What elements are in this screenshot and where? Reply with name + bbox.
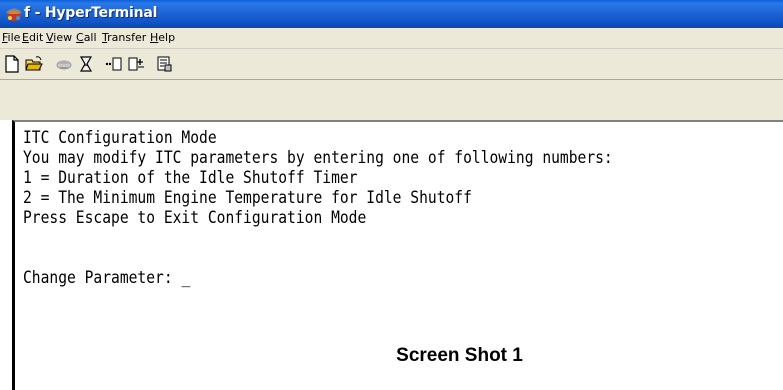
- menu-view[interactable]: View: [46, 31, 72, 44]
- menu-file-label: ile: [7, 31, 21, 44]
- menu-call-accel: C: [76, 31, 84, 44]
- terminal-line-1: ITC Configuration Mode: [23, 128, 217, 148]
- title-bar[interactable]: f - HyperTerminal: [0, 0, 783, 28]
- hyperterminal-phone-icon[interactable]: [4, 4, 24, 24]
- send-file-icon[interactable]: [104, 54, 124, 74]
- caption: Screen Shot 1: [0, 345, 783, 367]
- terminal-cursor: _: [181, 268, 191, 288]
- open-folder-icon[interactable]: [24, 54, 44, 74]
- properties-icon[interactable]: [154, 54, 174, 74]
- menu-edit-accel: E: [22, 31, 29, 44]
- menu-call[interactable]: Call: [76, 31, 97, 44]
- menu-help-label: elp: [158, 31, 176, 44]
- terminal-line-4: 2 = The Minimum Engine Temperature for I…: [23, 188, 472, 208]
- call-phone-icon[interactable]: [54, 54, 74, 74]
- terminal-prompt-line: Change Parameter: _: [23, 268, 190, 288]
- menu-bar: File Edit View Call Transfer Help: [0, 28, 783, 49]
- receive-file-icon[interactable]: [126, 54, 146, 74]
- menu-call-label: all: [83, 31, 97, 44]
- menu-transfer[interactable]: Transfer: [102, 31, 146, 44]
- terminal-line-5: Press Escape to Exit Configuration Mode: [23, 208, 367, 228]
- menu-edit-label: dit: [28, 31, 44, 44]
- new-document-icon[interactable]: [2, 54, 22, 74]
- menu-edit[interactable]: Edit: [22, 31, 43, 44]
- toolbar-spacer: [0, 80, 783, 120]
- disconnect-icon[interactable]: [76, 54, 96, 74]
- caption-text: Screen Shot 1: [396, 345, 523, 366]
- menu-file[interactable]: File: [2, 31, 20, 44]
- terminal-line-2: You may modify ITC parameters by enterin…: [23, 148, 613, 168]
- terminal-prompt: Change Parameter:: [23, 268, 182, 288]
- menu-help[interactable]: Help: [150, 31, 175, 44]
- window-title: f - HyperTerminal: [24, 5, 158, 21]
- menu-view-label: iew: [53, 31, 73, 44]
- terminal-line-3: 1 = Duration of the Idle Shutoff Timer: [23, 168, 358, 188]
- toolbar: [0, 49, 783, 80]
- menu-transfer-label: ransfer: [107, 31, 147, 44]
